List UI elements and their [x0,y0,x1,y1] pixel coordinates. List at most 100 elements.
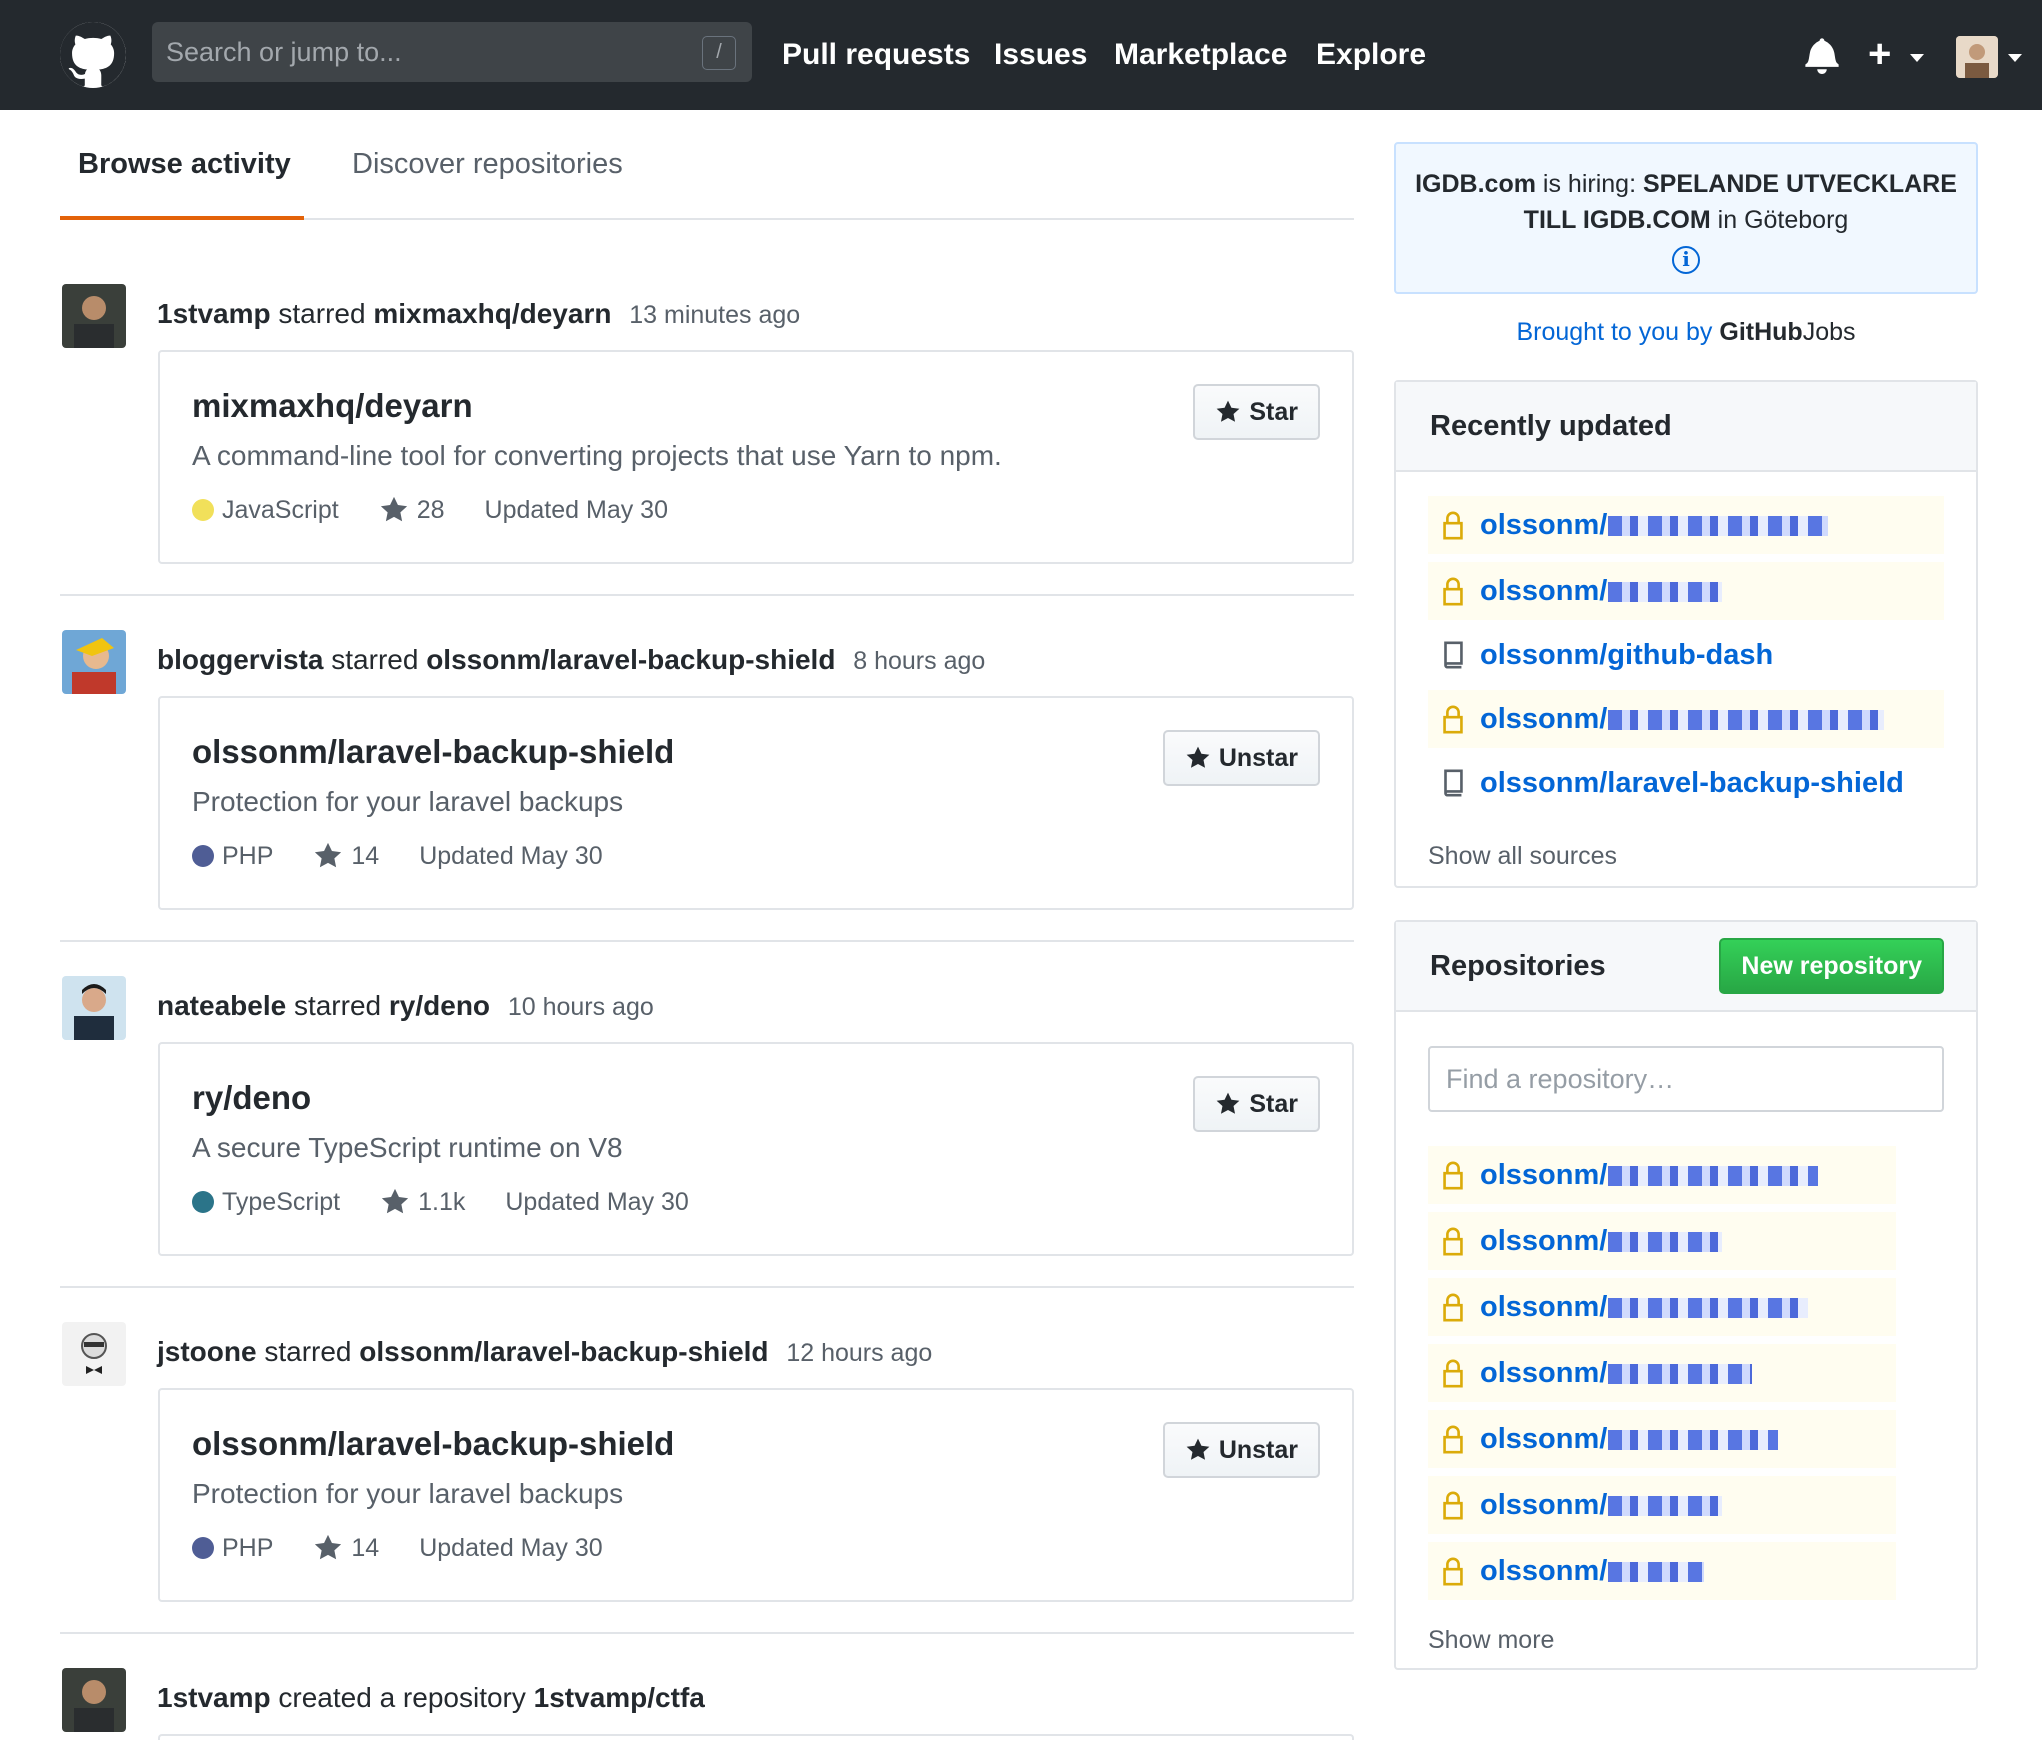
recent-repo-item[interactable]: olssonm/ [1428,690,1944,748]
find-repository-input[interactable] [1428,1046,1944,1112]
repo-link: olssonm/ [1480,509,1608,541]
event-user[interactable]: 1stvamp [157,1682,271,1713]
repo-card: olssonm/laravel-backup-shield Protection… [158,696,1354,910]
search-shortcut-hint: / [702,36,736,70]
recent-repo-item[interactable]: olssonm/ [1428,562,1944,620]
repo-book-icon [1444,769,1463,797]
recent-repo-item[interactable]: olssonm/github-dash [1428,626,1944,684]
user-menu-caret-icon[interactable] [2008,54,2022,62]
language-color-dot [192,1537,214,1559]
repo-star-count[interactable]: 1.1k [418,1184,465,1220]
repository-item[interactable]: olssonm/ [1428,1146,1896,1204]
recently-updated-title: Recently updated [1430,410,1672,442]
search-box[interactable]: / [152,22,752,82]
event-action: starred [293,990,382,1021]
repo-name-link[interactable]: mixmaxhq/deyarn [192,384,473,428]
star-icon [1216,1092,1240,1114]
redacted-name [1608,582,1723,603]
avatar[interactable] [62,1668,126,1732]
repository-item[interactable]: olssonm/ [1428,1410,1896,1468]
repo-description: Protection for your laravel backups [192,786,624,817]
avatar[interactable] [62,1322,126,1386]
lock-icon [1443,1227,1463,1256]
lock-icon [1443,1557,1463,1586]
avatar[interactable] [62,630,126,694]
jobs-ad[interactable]: IGDB.com is hiring: SPELANDE UTVECKLARE … [1394,142,1978,294]
unstar-button-label: Unstar [1218,1435,1298,1464]
avatar[interactable] [62,976,126,1040]
repo-star-count[interactable]: 28 [417,492,445,528]
create-dropdown-caret-icon[interactable] [1910,54,1924,62]
github-logo-icon[interactable] [60,22,126,88]
repo-star-count[interactable]: 14 [351,838,379,874]
show-more-link[interactable]: Show more [1428,1622,1554,1658]
event-target[interactable]: ry/deno [389,990,490,1021]
nav-pull-requests[interactable]: Pull requests [782,34,970,76]
repo-name-link[interactable]: olssonm/laravel-backup-shield [192,730,674,774]
event-target[interactable]: 1stvamp/ctfa [534,1682,705,1713]
event-user[interactable]: bloggervista [157,644,323,675]
repository-item[interactable]: olssonm/ [1428,1212,1896,1270]
event-user[interactable]: nateabele [157,990,286,1021]
event-line: nateabele starred ry/deno 10 hours ago [157,986,654,1027]
language-color-dot [192,1191,214,1213]
repo-link: olssonm/laravel-backup-shield [1480,767,1904,799]
event-target[interactable]: olssonm/laravel-backup-shield [426,644,835,675]
repository-item[interactable]: olssonm/ [1428,1542,1896,1600]
repo-card [158,1734,1354,1740]
repo-star-count[interactable]: 14 [351,1530,379,1566]
star-icon [1216,400,1240,422]
star-icon [1186,1438,1210,1460]
nav-explore[interactable]: Explore [1316,34,1426,76]
event-action: starred [278,298,366,329]
recent-repo-item[interactable]: olssonm/laravel-backup-shield [1428,754,1944,812]
brought-by-github-jobs[interactable]: Brought to you by GitHubJobs [1394,314,1978,350]
tab-browse-activity[interactable]: Browse activity [78,144,291,184]
tab-discover-repositories[interactable]: Discover repositories [352,144,623,184]
bell-icon[interactable] [1804,36,1840,74]
active-tab-indicator [60,216,304,220]
show-all-sources-link[interactable]: Show all sources [1428,838,1617,874]
repo-name-link[interactable]: olssonm/laravel-backup-shield [192,1422,674,1466]
repo-name-link[interactable]: ry/deno [192,1076,311,1120]
info-icon[interactable]: i [1672,246,1700,274]
brought-text: Brought to you by [1516,318,1713,346]
star-icon [1186,746,1210,768]
jobs-company[interactable]: IGDB.com [1415,170,1536,198]
repo-language: PHP [222,842,274,870]
repository-item[interactable]: olssonm/ [1428,1476,1896,1534]
repo-link: olssonm/ [1480,1357,1608,1389]
redacted-name [1608,1166,1819,1187]
new-repository-button[interactable]: New repository [1719,938,1944,994]
repo-updated: Updated May 30 [505,1188,689,1216]
lock-icon [1443,705,1463,734]
event-user[interactable]: jstoone [157,1336,257,1367]
user-avatar[interactable] [1956,36,1998,78]
repository-item[interactable]: olssonm/ [1428,1344,1896,1402]
star-icon [380,496,407,522]
repo-link: olssonm/ [1480,703,1608,735]
redacted-name [1608,710,1885,731]
event-target[interactable]: mixmaxhq/deyarn [373,298,611,329]
avatar[interactable] [62,284,126,348]
event-user[interactable]: 1stvamp [157,298,271,329]
recent-repo-item[interactable]: olssonm/ [1428,496,1944,554]
repo-language: TypeScript [222,1188,341,1216]
redacted-name [1608,1562,1705,1583]
event-target[interactable]: olssonm/laravel-backup-shield [359,1336,768,1367]
nav-issues[interactable]: Issues [994,34,1087,76]
star-button[interactable]: Star [1193,384,1320,440]
repo-meta: TypeScript 1.1k Updated May 30 [192,1184,689,1220]
unstar-button[interactable]: Unstar [1162,1422,1320,1478]
repository-item[interactable]: olssonm/ [1428,1278,1896,1336]
event-action: starred [331,644,419,675]
repo-description: A secure TypeScript runtime on V8 [192,1132,623,1163]
repositories-title: Repositories [1430,950,1606,982]
star-button[interactable]: Star [1193,1076,1320,1132]
create-new-plus-icon[interactable]: + [1868,30,1891,78]
unstar-button[interactable]: Unstar [1162,730,1320,786]
event-time: 8 hours ago [853,647,986,675]
search-input[interactable] [152,22,752,82]
nav-marketplace[interactable]: Marketplace [1114,34,1287,76]
lock-icon [1443,577,1463,606]
